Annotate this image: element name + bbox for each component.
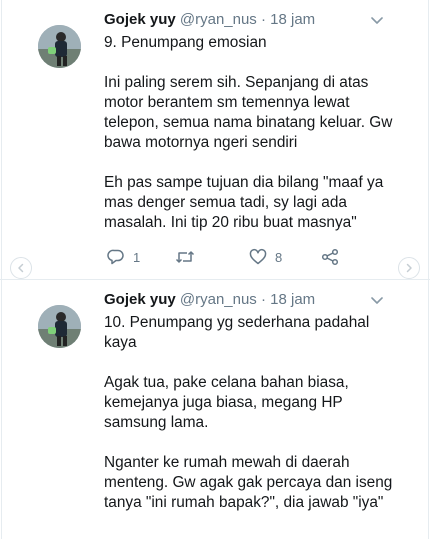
scroll-right-button[interactable] <box>398 257 420 279</box>
chevron-left-icon <box>18 263 24 273</box>
like-button[interactable]: 8 <box>249 248 282 266</box>
display-name[interactable]: Gojek yuy <box>104 291 176 308</box>
like-count: 8 <box>275 249 283 265</box>
avatar[interactable] <box>38 25 81 68</box>
timestamp[interactable]: 18 jam <box>270 291 315 308</box>
separator-dot: · <box>260 11 266 28</box>
retweet-button[interactable] <box>175 248 203 266</box>
avatar[interactable] <box>38 305 81 348</box>
heart-icon <box>249 249 267 265</box>
tweet[interactable]: Gojek yuy @ryan_nus · 18 jam 9. Penumpan… <box>0 0 430 279</box>
display-name[interactable]: Gojek yuy <box>104 11 176 28</box>
chevron-down-icon[interactable] <box>370 16 384 26</box>
share-icon <box>321 248 339 266</box>
retweet-icon <box>175 251 195 263</box>
tweet-actions: 1 8 <box>107 248 347 268</box>
tweet[interactable]: Gojek yuy @ryan_nus · 18 jam 10. Penumpa… <box>0 280 430 539</box>
separator-dot: · <box>260 291 266 308</box>
reply-icon <box>107 249 124 265</box>
tweet-header: Gojek yuy @ryan_nus · 18 jam <box>104 291 315 308</box>
user-handle[interactable]: @ryan_nus <box>180 291 257 308</box>
share-button[interactable] <box>321 248 339 266</box>
reply-count: 1 <box>133 249 141 265</box>
scroll-left-button[interactable] <box>10 257 32 279</box>
timestamp[interactable]: 18 jam <box>270 11 315 28</box>
chevron-right-icon <box>406 263 412 273</box>
tweet-header: Gojek yuy @ryan_nus · 18 jam <box>104 11 315 28</box>
user-handle[interactable]: @ryan_nus <box>180 11 257 28</box>
chevron-down-icon[interactable] <box>370 296 384 306</box>
reply-button[interactable]: 1 <box>107 248 140 266</box>
tweet-text: 10. Penumpang yg sederhana padahal kaya … <box>104 314 393 511</box>
tweet-text: 9. Penumpang emosian Ini paling serem si… <box>104 34 393 231</box>
